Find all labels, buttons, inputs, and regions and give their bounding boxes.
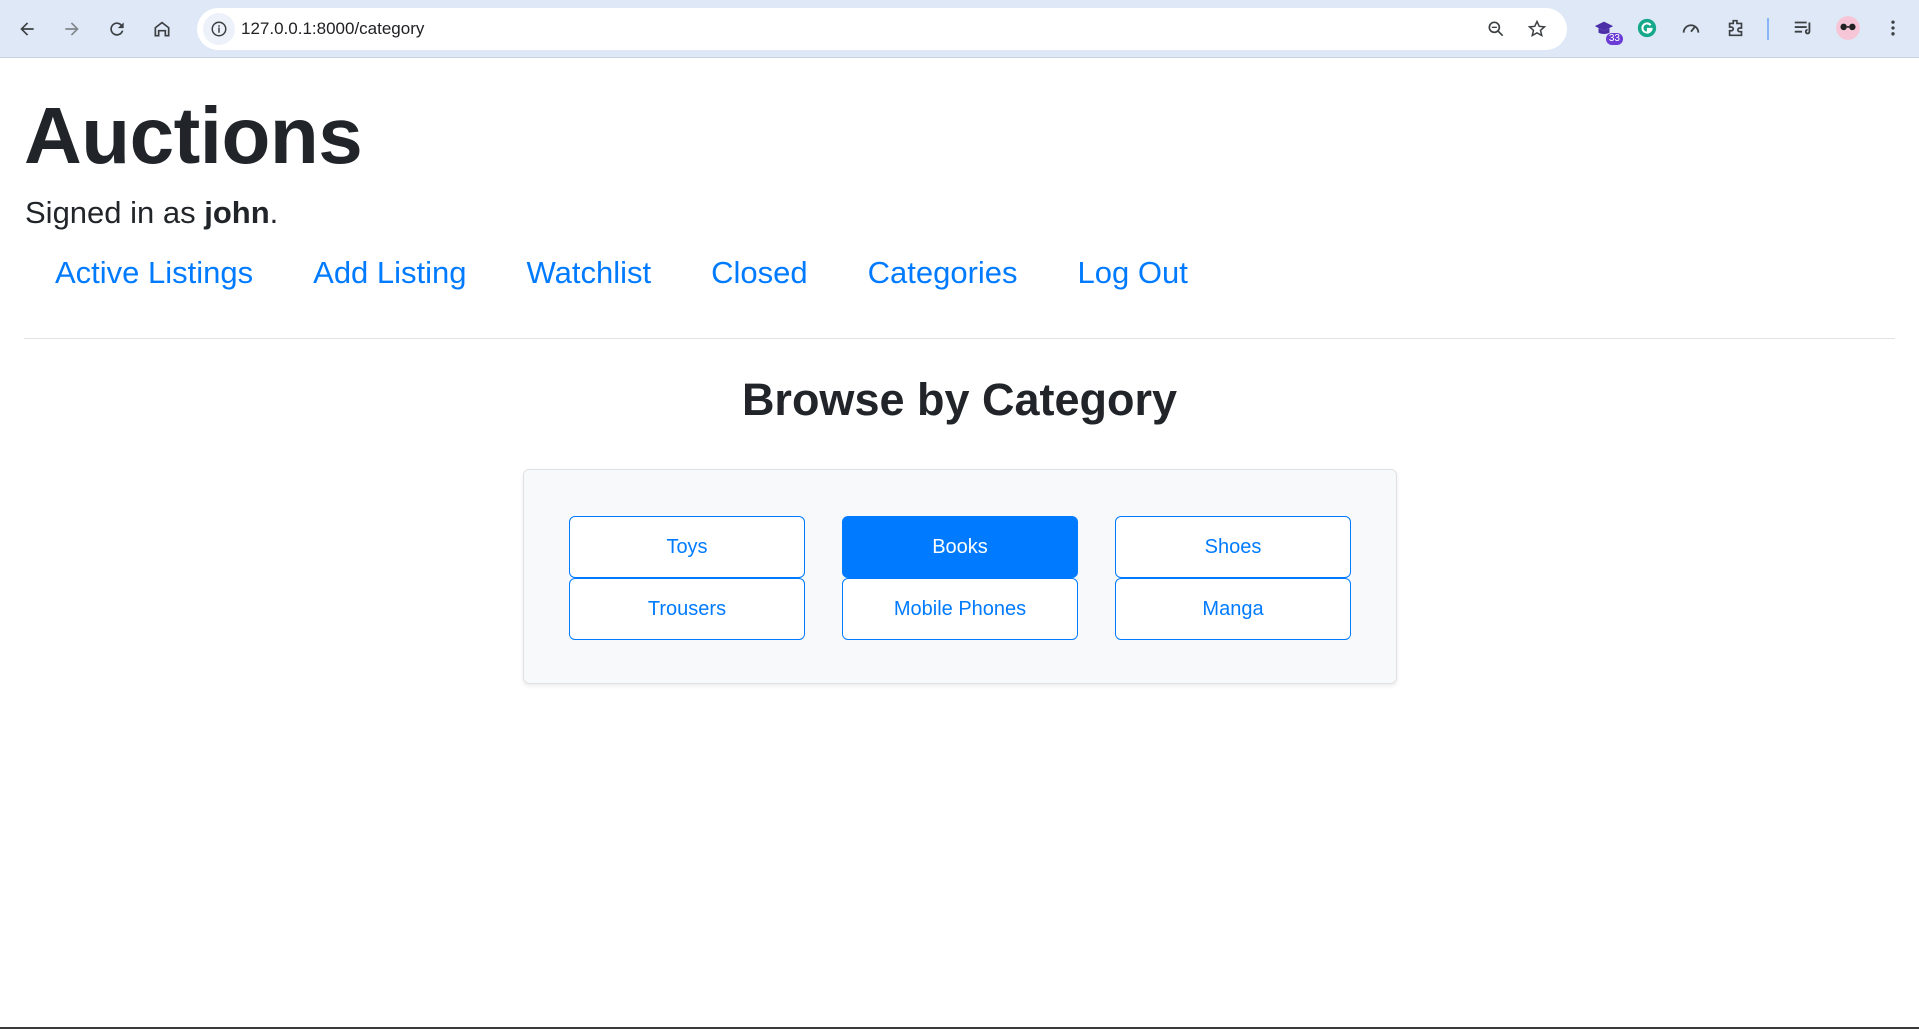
username: john — [204, 195, 270, 230]
media-queue-icon[interactable] — [1789, 14, 1817, 42]
speedometer-icon[interactable] — [1677, 14, 1705, 42]
forward-button[interactable] — [56, 13, 88, 45]
nav-active-listings-link[interactable]: Active Listings — [25, 251, 283, 295]
home-button[interactable] — [146, 13, 178, 45]
browser-toolbar: 127.0.0.1:8000/category 33 — [0, 0, 1919, 58]
nav-add-listing-link[interactable]: Add Listing — [283, 251, 496, 295]
nav-closed-link[interactable]: Closed — [681, 251, 838, 295]
category-button-toys[interactable]: Toys — [569, 516, 805, 578]
reload-icon — [110, 22, 124, 36]
grammarly-icon[interactable] — [1633, 14, 1661, 42]
browse-heading: Browse by Category — [741, 374, 1178, 425]
zoom-icon[interactable] — [1484, 17, 1508, 41]
signed-in-prefix: Signed in as — [25, 195, 205, 230]
profile-avatar-icon[interactable] — [1834, 14, 1862, 42]
category-button-trousers[interactable]: Trousers — [569, 578, 805, 640]
header-divider — [24, 338, 1895, 339]
nav-logout-link[interactable]: Log Out — [1048, 251, 1218, 295]
category-card: Toys Books Shoes Trousers Mobile Phones … — [523, 469, 1397, 684]
page-title: Auctions — [24, 91, 363, 180]
category-button-manga[interactable]: Manga — [1115, 578, 1351, 640]
signed-in-status: Signed in as john. — [25, 193, 278, 233]
nav-categories-link[interactable]: Categories — [838, 251, 1048, 295]
home-icon — [154, 21, 170, 37]
back-button[interactable] — [11, 13, 43, 45]
address-bar[interactable]: 127.0.0.1:8000/category — [197, 8, 1567, 50]
signed-in-suffix: . — [269, 195, 279, 230]
reload-button[interactable] — [101, 13, 133, 45]
url-text[interactable]: 127.0.0.1:8000/category — [241, 19, 424, 39]
main-nav: Active Listings Add Listing Watchlist Cl… — [25, 250, 1218, 296]
category-button-mobile-phones[interactable]: Mobile Phones — [842, 578, 1078, 640]
extension-hat-icon[interactable]: 33 — [1590, 14, 1623, 45]
kebab-menu-icon[interactable] — [1879, 14, 1907, 42]
category-button-shoes[interactable]: Shoes — [1115, 516, 1351, 578]
site-info-icon[interactable] — [203, 13, 235, 45]
category-button-books[interactable]: Books — [842, 516, 1078, 578]
puzzle-extensions-icon[interactable] — [1722, 14, 1750, 42]
arrow-left-icon — [20, 22, 34, 36]
bookmark-star-icon[interactable] — [1525, 17, 1549, 41]
toolbar-separator — [1767, 18, 1769, 40]
extension-badge: 33 — [1605, 33, 1623, 45]
arrow-right-icon — [65, 22, 79, 36]
nav-watchlist-link[interactable]: Watchlist — [497, 251, 682, 295]
